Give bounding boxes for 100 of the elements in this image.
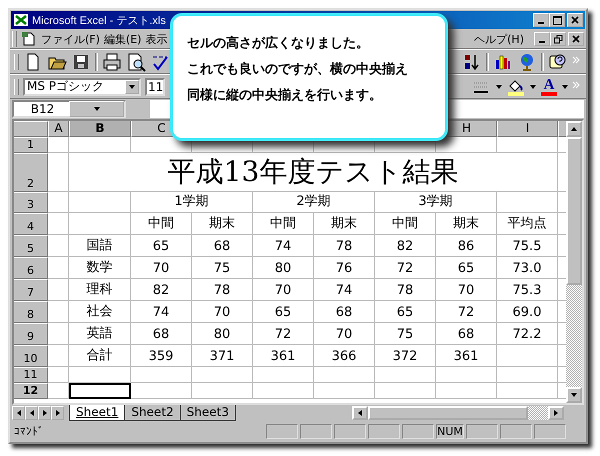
table-cell: 80 (192, 323, 253, 345)
table-cell: 68 (192, 235, 253, 257)
close-button[interactable] (568, 32, 584, 46)
row-header[interactable]: 2 (14, 153, 48, 192)
scroll-right-button[interactable] (548, 406, 564, 420)
scroll-thumb[interactable] (368, 406, 528, 420)
select-all-button[interactable] (14, 121, 48, 137)
font-name-field[interactable]: MS Pゴシック (23, 78, 141, 96)
table-cell (375, 383, 436, 399)
tab-scroll-button[interactable] (12, 406, 25, 420)
scroll-left-button[interactable] (352, 406, 368, 420)
menu-item[interactable]: ファイル(F) (41, 32, 100, 46)
row-header[interactable]: 5 (14, 235, 48, 257)
scroll-up-button[interactable] (566, 121, 582, 137)
table-cell (48, 213, 69, 235)
font-size-field[interactable]: 11 (145, 78, 165, 96)
print-icon[interactable] (102, 52, 122, 72)
row-header[interactable]: 9 (14, 323, 48, 345)
restore-button[interactable] (550, 32, 566, 46)
table-cell: 3学期 (375, 192, 497, 213)
table-cell: 数学 (69, 257, 131, 279)
table-cell: 期末 (436, 213, 497, 235)
row-header[interactable]: 10 (14, 345, 48, 367)
column-header[interactable]: B (69, 121, 131, 137)
row-header[interactable]: 7 (14, 279, 48, 301)
table-cell: 65 (436, 257, 497, 279)
tab-scroll-button[interactable] (38, 406, 51, 420)
horizontal-scrollbar[interactable] (352, 406, 564, 420)
font-color-button[interactable]: A (540, 78, 558, 96)
right-arrow-icon (552, 409, 560, 417)
table-cell (69, 137, 131, 153)
table-cell: 82 (375, 235, 436, 257)
minimize-button[interactable] (533, 13, 549, 27)
table-cell: 70 (436, 279, 497, 301)
row-header[interactable]: 12 (14, 383, 48, 399)
down-arrow-icon (92, 105, 100, 113)
callout-text: 同様に縦の中央揃えを行います。 (187, 87, 383, 104)
menu-item[interactable]: ヘルプ(H) (474, 32, 524, 46)
table-cell: 中間 (375, 213, 436, 235)
active-cell[interactable] (69, 383, 131, 399)
table-cell (131, 367, 192, 383)
close-button[interactable] (567, 13, 583, 27)
table-cell: 371 (192, 345, 253, 367)
document-icon[interactable] (21, 31, 37, 47)
table-cell: 65 (253, 301, 314, 323)
status-panel (402, 424, 434, 438)
column-header[interactable]: A (48, 121, 69, 137)
table-cell: 期末 (192, 213, 253, 235)
table-cell: 76 (314, 257, 375, 279)
excel-icon (13, 13, 29, 27)
callout-text: これでも良いのですが、横の中央揃え (187, 60, 409, 78)
sheet-tab[interactable]: Sheet1 (69, 405, 126, 421)
table-cell: 70 (131, 257, 192, 279)
up-arrow-icon (570, 125, 578, 133)
column-header[interactable]: I (497, 121, 558, 137)
status-panel (368, 424, 400, 438)
scroll-thumb[interactable] (566, 137, 582, 285)
table-cell (48, 383, 69, 399)
close-icon (572, 35, 580, 43)
row-header[interactable]: 8 (14, 301, 48, 323)
print-preview-icon[interactable] (126, 52, 146, 72)
sheet-tab[interactable]: Sheet2 (124, 405, 181, 421)
menu-item[interactable]: 編集(E) (104, 32, 142, 46)
table-cell (131, 383, 192, 399)
table-cell (314, 383, 375, 399)
tab-scroll-button[interactable] (25, 406, 38, 420)
table-cell: 中間 (131, 213, 192, 235)
table-cell: 68 (314, 301, 375, 323)
table-cell: 70 (253, 279, 314, 301)
menu-item[interactable]: 表示 (145, 32, 168, 46)
status-panel (466, 424, 498, 438)
row-header[interactable]: 11 (14, 367, 48, 383)
status-panel (334, 424, 366, 438)
vertical-scrollbar[interactable] (566, 121, 582, 403)
scroll-down-button[interactable] (566, 387, 582, 403)
tab-scroll-button[interactable] (51, 406, 64, 420)
restore-icon (554, 34, 562, 44)
sheet-title: 平成13年度テスト結果 (69, 153, 558, 192)
sheet-tab[interactable]: Sheet3 (180, 405, 236, 421)
table-cell: 合計 (69, 345, 131, 367)
table-cell: 70 (314, 323, 375, 345)
maximize-button[interactable] (549, 13, 565, 27)
table-cell (48, 235, 69, 257)
minimize-button[interactable] (534, 32, 550, 46)
row-header[interactable]: 3 (14, 192, 48, 213)
table-cell: 73.0 (497, 257, 558, 279)
table-cell: 理科 (69, 279, 131, 301)
down-arrow-icon (128, 82, 136, 90)
row-header[interactable]: 6 (14, 257, 48, 279)
table-cell: 68 (436, 323, 497, 345)
name-box[interactable]: B12 (12, 100, 126, 118)
table-cell: 69.0 (497, 301, 558, 323)
table-cell: 78 (314, 235, 375, 257)
row-header[interactable]: 1 (14, 137, 48, 153)
row-header[interactable]: 4 (14, 213, 48, 235)
table-cell: 中間 (253, 213, 314, 235)
table-cell (48, 192, 69, 213)
table-cell (436, 383, 497, 399)
table-cell (497, 383, 558, 399)
help-icon[interactable] (548, 52, 568, 72)
